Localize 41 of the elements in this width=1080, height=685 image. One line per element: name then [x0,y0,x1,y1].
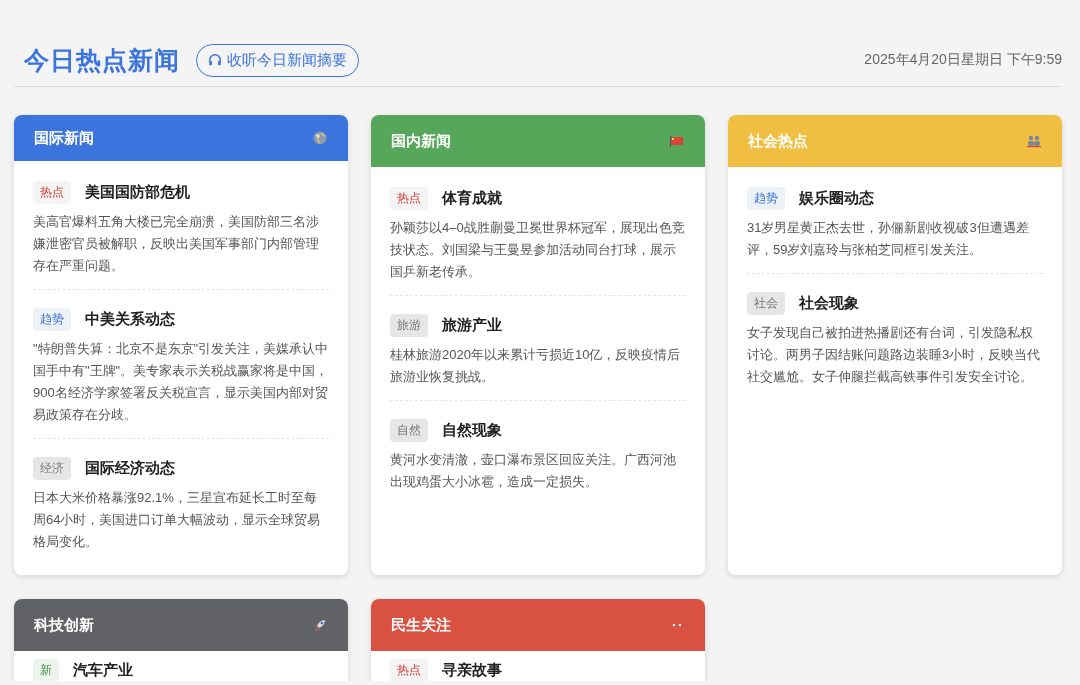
news-summary: 31岁男星黄正杰去世，孙俪新剧收视破3但遭遇差评，59岁刘嘉玲与张柏芝同框引发关注。 [747,219,1030,259]
news-headline: 旅游产业 [442,316,502,335]
globe-icon [312,130,328,146]
flag-icon [669,133,685,149]
category-tag: 热点 [390,659,428,681]
news-summary: 美高官爆料五角大楼已完全崩溃，美国防部三名涉嫌泄密官员被解职，反映出美国军事部门内部管理存在严重问题。 [33,213,320,275]
category-tag: 社会 [747,292,785,315]
rocket-icon [312,617,328,633]
news-summary: 黄河水变清澈，壶口瀑布景区回应关注。广西河池出现鸡蛋大小冰雹，造成一定损失。 [390,451,677,491]
news-summary: 孙颖莎以4–0战胜蒯曼卫冕世界杯冠军，展现出色竞技状态。刘国梁与王曼昱参加活动同台打球，展示国乒新老传承。 [390,219,686,281]
people-icon [1026,133,1042,149]
news-headline: 中美关系动态 [85,310,175,329]
card-title: 国际新闻 [34,128,94,148]
news-headline: 娱乐圈动态 [799,189,874,208]
news-headline: 寻亲故事 [442,661,502,680]
card-title: 科技创新 [34,615,94,635]
date-time: 2025年4月20日星期日 下午9:59 [864,51,1062,69]
news-headline: 汽车产业 [73,661,133,680]
news-headline: 自然现象 [442,421,502,440]
category-tag: 趋势 [747,187,785,210]
category-tag: 热点 [33,181,71,204]
headphones-icon [208,53,222,67]
page-title: 今日热点新闻 [24,44,180,76]
category-tag: 自然 [390,419,428,442]
card-title: 社会热点 [748,131,808,151]
category-tag: 热点 [390,187,428,210]
news-summary: 日本大米价格暴涨92.1%，三星宣布延长工时至每周64小时，美国进口订单大幅波动，显示全球贸易格局变化。 [33,489,322,551]
news-summary: 桂林旅游2020年以来累计亏损近10亿，反映疫情后旅游业恢复挑战。 [390,346,682,386]
news-headline: 国际经济动态 [85,459,175,478]
news-headline: 体育成就 [442,189,502,208]
category-tag: 新 [33,659,59,681]
category-tag: 旅游 [390,314,428,337]
news-summary: "特朗普失算：北京不是东京"引发关注，美媒承认中国手中有"王牌"。美专家表示关税战赢家将是中国，900名经济学家签署反关税宣言，显示美国内部对贸易政策存在分歧。 [33,340,329,424]
card-title: 国内新闻 [391,131,451,151]
news-headline: 美国国防部危机 [85,183,190,202]
news-summary: 女子发现自己被拍进热播剧还有台词，引发隐私权讨论。两男子因结账问题路边装睡3小时，反映当代社交尴尬。女子伸腿拦截高铁事件引发安全讨论。 [747,324,1042,386]
category-tag: 经济 [33,457,71,480]
category-tag: 趋势 [33,308,71,331]
news-headline: 社会现象 [799,294,859,313]
listen-button[interactable]: 收听今日新闻摘要 [196,43,359,77]
card-title: 民生关注 [391,615,451,635]
